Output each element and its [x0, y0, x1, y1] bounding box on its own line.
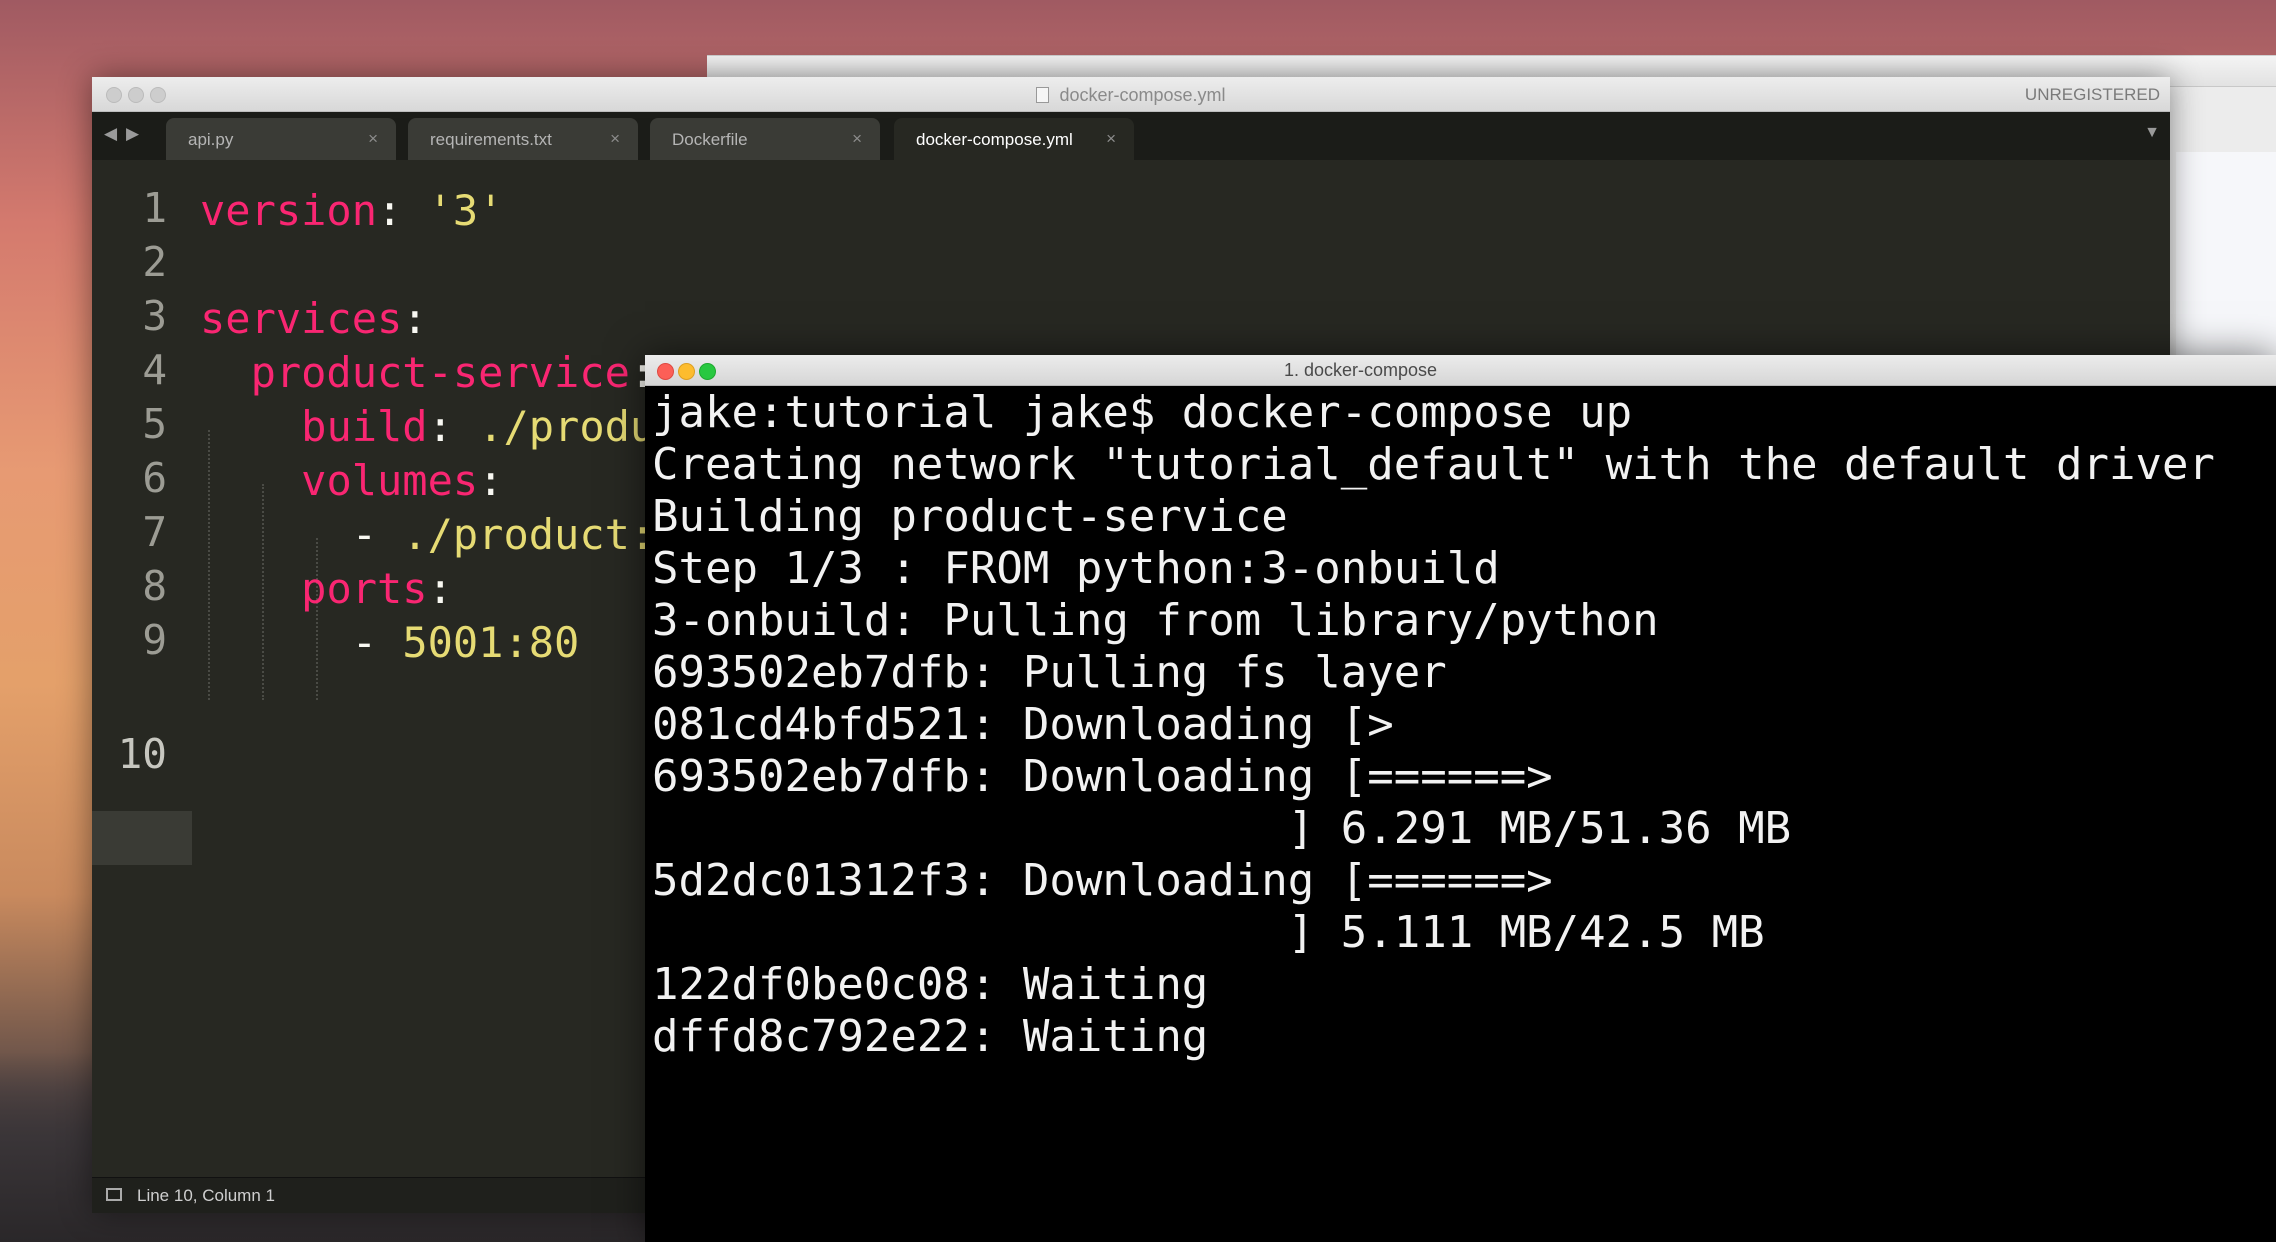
yaml-colon: : [402, 294, 428, 343]
yaml-dash: - [351, 618, 378, 667]
tab-bar: ◀ ▶ api.py × requirements.txt × Dockerfi… [92, 112, 2170, 160]
code-line-3: services: [200, 292, 428, 346]
line-number: 5 [142, 400, 167, 448]
editor-window-title: docker-compose.yml [92, 85, 2170, 106]
terminal-line: 081cd4bfd521: Downloading [> [652, 699, 1394, 750]
tab-api-py[interactable]: api.py × [166, 118, 396, 160]
terminal-line: 693502eb7dfb: Downloading [======> [652, 751, 1553, 802]
tab-close-icon[interactable]: × [368, 129, 378, 149]
unregistered-label: UNREGISTERED [2024, 85, 2160, 104]
tab-close-icon[interactable]: × [852, 129, 862, 149]
yaml-string: '3' [427, 186, 504, 235]
yaml-colon: : [427, 402, 453, 451]
line-number-gutter: 1 2 3 4 5 6 7 8 9 10 [92, 160, 192, 1177]
editor-title-text: docker-compose.yml [1059, 85, 1226, 105]
line-number: 8 [142, 562, 167, 610]
yaml-colon: : [478, 456, 504, 505]
terminal-line: 5d2dc01312f3: Downloading [======> [652, 855, 1553, 906]
yaml-colon: : [377, 186, 403, 235]
line-number: 1 [142, 184, 167, 232]
tab-close-icon[interactable]: × [1106, 129, 1116, 149]
tab-label: api.py [188, 130, 234, 149]
terminal-line: ] 6.291 MB/51.36 MB [652, 803, 1792, 854]
tab-menu-icon[interactable]: ▼ [2144, 124, 2160, 142]
line-number: 3 [142, 292, 167, 340]
terminal-line: Creating network "tutorial_default" with… [652, 439, 2215, 490]
terminal-window[interactable]: 1. docker-compose jake:tutorial jake$ do… [645, 355, 2276, 1242]
line-number-current: 10 [117, 730, 167, 778]
yaml-key: ports [301, 564, 428, 613]
code-line-5: build: ./product [200, 400, 706, 454]
line-number: 2 [142, 238, 167, 286]
terminal-titlebar: 1. docker-compose [645, 355, 2276, 386]
yaml-key: product-service [250, 348, 630, 397]
yaml-key: version [200, 186, 378, 235]
code-line-1: version: '3' [200, 184, 503, 238]
terminal-line: Step 1/3 : FROM python:3-onbuild [652, 543, 1500, 594]
editor-titlebar: docker-compose.yml UNREGISTERED [92, 77, 2170, 112]
line-number: 4 [142, 346, 167, 394]
yaml-key: services [200, 294, 403, 343]
document-icon [1036, 87, 1050, 103]
terminal-line: jake:tutorial jake$ docker-compose up [652, 387, 1633, 438]
yaml-dash: - [351, 510, 378, 559]
yaml-number: 5001:80 [402, 618, 580, 667]
tab-label: requirements.txt [430, 130, 552, 149]
tab-requirements-txt[interactable]: requirements.txt × [408, 118, 638, 160]
tab-close-icon[interactable]: × [610, 129, 620, 149]
tab-label: docker-compose.yml [916, 130, 1073, 149]
code-line-6: volumes: [200, 454, 503, 508]
code-line-4: product-service: [200, 346, 656, 400]
terminal-line: ] 5.111 MB/42.5 MB [652, 907, 1765, 958]
terminal-line: 693502eb7dfb: Pulling fs layer [652, 647, 1447, 698]
terminal-line: 3-onbuild: Pulling from library/python [652, 595, 1659, 646]
code-line-8: ports: [200, 562, 453, 616]
tab-forward-icon[interactable]: ▶ [126, 124, 139, 144]
tab-back-icon[interactable]: ◀ [104, 124, 117, 144]
terminal-line: 122df0be0c08: Waiting [652, 959, 1209, 1010]
terminal-line: Building product-service [652, 491, 1288, 542]
line-number: 6 [142, 454, 167, 502]
tab-docker-compose-yml[interactable]: docker-compose.yml × [894, 118, 1134, 160]
terminal-line: dffd8c792e22: Waiting [652, 1011, 1209, 1062]
tab-label: Dockerfile [672, 130, 748, 149]
yaml-key: volumes [301, 456, 479, 505]
line-number: 9 [142, 616, 167, 664]
code-line-9: - 5001:80 [200, 616, 580, 670]
yaml-key: build [301, 402, 428, 451]
tab-dockerfile[interactable]: Dockerfile × [650, 118, 880, 160]
panel-toggle-icon[interactable] [106, 1188, 122, 1201]
cursor-position: Line 10, Column 1 [137, 1186, 275, 1205]
current-line-highlight [92, 811, 192, 865]
terminal-title: 1. docker-compose [1283, 360, 1438, 380]
line-number: 7 [142, 508, 167, 556]
yaml-colon: : [427, 564, 453, 613]
